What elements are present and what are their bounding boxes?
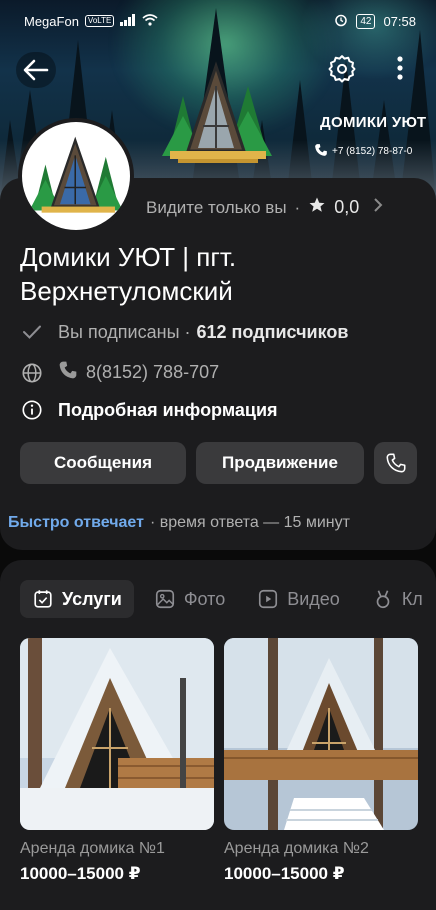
- fast-reply-badge: Быстро отвечает: [8, 514, 144, 531]
- rating-value: 0,0: [334, 197, 360, 217]
- back-button[interactable]: [16, 52, 56, 88]
- video-icon: [259, 589, 278, 609]
- messages-button[interactable]: Сообщения: [20, 442, 186, 484]
- info-icon: [20, 398, 44, 422]
- product-name: Аренда домика №2: [224, 840, 369, 857]
- more-info-label: Подробная информация: [58, 399, 278, 420]
- tab-services[interactable]: Услуги: [20, 580, 134, 618]
- more-options-button[interactable]: [382, 50, 418, 86]
- avatar[interactable]: [18, 118, 134, 234]
- clips-icon: [376, 590, 390, 609]
- settings-button[interactable]: [322, 50, 362, 86]
- subscribers-count: 612 подписчиков: [196, 321, 349, 342]
- cover-phone-text: +7 (8152) 78-87-0: [332, 146, 413, 157]
- tab-video[interactable]: Видео: [245, 580, 352, 618]
- phone-icon: [386, 453, 405, 473]
- cover-title: ДОМИКИ УЮТ: [320, 114, 427, 131]
- product-price: 10000–15000 ₽: [20, 864, 141, 883]
- arrow-left-icon: [23, 59, 49, 81]
- tab-label: Услуги: [62, 588, 122, 609]
- signal-icon: [120, 13, 136, 29]
- content-section: Услуги Фото Видео Кл Аренда домика №1 10…: [0, 560, 436, 910]
- carrier-name: MegaFon: [24, 13, 79, 29]
- subscribed-text: Вы подписаны ·: [58, 321, 191, 342]
- services-icon: [34, 590, 52, 608]
- photo-icon: [155, 589, 174, 609]
- response-time-text: · время ответа — 15 минут: [149, 514, 350, 531]
- check-icon: [20, 320, 44, 344]
- visibility-text: Видите только вы: [146, 197, 287, 217]
- alarm-icon: [334, 13, 348, 30]
- battery-indicator: 42: [356, 13, 376, 29]
- phone-number: 8(8152) 788-707: [86, 362, 220, 382]
- product-card[interactable]: Аренда домика №1 10000–15000 ₽: [20, 638, 214, 884]
- subscription-row[interactable]: Вы подписаны · 612 подписчиков: [20, 320, 348, 344]
- product-name: Аренда домика №1: [20, 840, 165, 857]
- gear-icon: [328, 55, 356, 83]
- wifi-icon: [142, 13, 158, 29]
- avatar-logo: [29, 136, 123, 213]
- visibility-rating[interactable]: Видите только вы · 0,0: [146, 196, 383, 219]
- promotion-button[interactable]: Продвижение: [196, 442, 364, 484]
- status-bar: MegaFon VoLTE 42 07:58: [0, 0, 436, 42]
- volte-badge: VoLTE: [84, 15, 115, 27]
- content-tabs: Услуги Фото Видео Кл: [20, 580, 436, 618]
- clock: 07:58: [383, 13, 416, 29]
- product-image: [224, 638, 418, 830]
- product-image: [20, 638, 214, 830]
- cover-logo: [162, 61, 272, 163]
- phone-emoji-icon: [58, 360, 78, 385]
- response-time: Быстро отвечает · время ответа — 15 мину…: [8, 514, 350, 532]
- tab-photo[interactable]: Фото: [142, 580, 237, 618]
- page-title: Домики УЮТ | пгт. Верхнетуломский: [20, 242, 237, 306]
- product-card[interactable]: Аренда домика №2 10000–15000 ₽: [224, 638, 418, 884]
- star-icon: [308, 196, 326, 219]
- call-button[interactable]: [374, 442, 417, 484]
- tab-clips[interactable]: Кл: [360, 580, 435, 618]
- more-info-link[interactable]: Подробная информация: [20, 398, 278, 422]
- cover-phone: +7 (8152) 78-87-0: [314, 143, 412, 160]
- tab-label: Кл: [401, 588, 423, 609]
- phone-row[interactable]: 8(8152) 788-707: [20, 360, 219, 385]
- tab-label: Фото: [183, 588, 226, 609]
- globe-icon: [20, 361, 44, 385]
- more-vertical-icon: [397, 56, 403, 80]
- product-price: 10000–15000 ₽: [224, 864, 345, 883]
- tab-label: Видео: [287, 588, 340, 609]
- chevron-right-icon: [373, 197, 383, 218]
- phone-icon: [314, 143, 328, 160]
